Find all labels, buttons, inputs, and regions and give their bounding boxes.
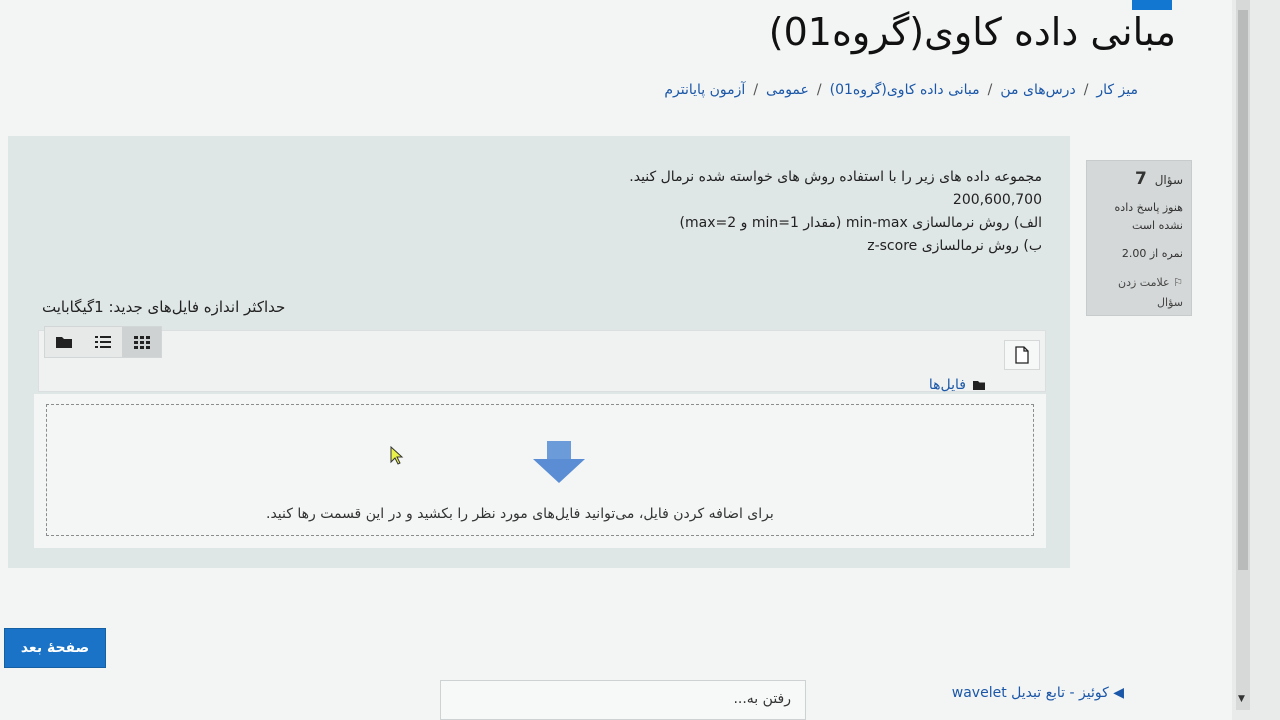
breadcrumb-item-general[interactable]: عمومی xyxy=(766,82,809,98)
breadcrumb-item-my-courses[interactable]: درس‌های من xyxy=(1000,82,1075,98)
breadcrumb-item-final-exam[interactable]: آزمون پایانترم xyxy=(664,82,745,98)
question-line: 200,600,700 xyxy=(952,192,1042,208)
question-label: سؤال xyxy=(1154,173,1183,187)
next-page-button[interactable]: صفحهٔ بعد xyxy=(4,628,106,668)
mouse-cursor-icon xyxy=(390,446,404,465)
folder-icon xyxy=(973,380,985,390)
scroll-down-icon[interactable]: ▼ xyxy=(1238,694,1245,704)
page-title: مبانی داده کاوی(گروه01) xyxy=(768,10,1176,54)
download-arrow-icon xyxy=(533,441,585,483)
question-line: الف) روش نرمالسازی min-max (مقدار min=1 … xyxy=(679,215,1042,231)
question-grade: نمره از 2.00 xyxy=(1121,247,1183,260)
question-line: ب) روش نرمالسازی z-score xyxy=(867,238,1042,254)
question-number-value: 7 xyxy=(1135,169,1147,189)
flag-question-link[interactable]: ⚐ علامت زدن سؤال xyxy=(1095,273,1183,313)
previous-activity-link[interactable]: ◀ کوئیز - تابع تبدیل wavelet xyxy=(952,685,1124,701)
scrollbar-thumb[interactable] xyxy=(1238,10,1248,570)
breadcrumb-separator: / xyxy=(753,82,759,98)
flag-icon: ⚐ xyxy=(1173,276,1183,289)
question-number: سؤال 7 xyxy=(1095,169,1183,189)
drop-hint-text: برای اضافه کردن فایل، می‌توانید فایل‌های… xyxy=(266,506,774,522)
file-drop-zone[interactable]: برای اضافه کردن فایل، می‌توانید فایل‌های… xyxy=(34,394,1046,548)
top-nav-bar xyxy=(1132,0,1172,10)
breadcrumb-separator: / xyxy=(816,82,822,98)
file-path-row: فایل‌ها xyxy=(929,377,986,393)
file-manager-panel xyxy=(38,330,1046,392)
grid-icon xyxy=(133,336,150,349)
list-view-button[interactable] xyxy=(84,327,123,357)
view-mode-toolbar xyxy=(44,326,162,358)
question-info-panel: سؤال 7 هنوز پاسخ داده نشده است نمره از 2… xyxy=(1086,160,1192,316)
question-line: مجموعه داده های زیر را با استفاده روش ها… xyxy=(629,169,1042,185)
document-icon xyxy=(1015,346,1029,364)
add-file-button[interactable] xyxy=(1004,340,1040,370)
folder-icon xyxy=(56,337,73,348)
list-icon xyxy=(95,336,111,348)
breadcrumb-item-dashboard[interactable]: میز کار xyxy=(1096,82,1138,98)
question-status: هنوز پاسخ داده نشده است xyxy=(1114,201,1183,232)
breadcrumb: میز کار / درس‌های من / مبانی داده کاوی(گروه0… xyxy=(664,82,1138,98)
max-file-size-label: حداکثر اندازه فایل‌های جدید: 1گیگابایت xyxy=(42,298,286,316)
page-scrollbar[interactable] xyxy=(1236,0,1250,710)
breadcrumb-item-course[interactable]: مبانی داده کاوی(گروه01) xyxy=(830,82,980,98)
grid-view-button[interactable] xyxy=(122,327,162,357)
jump-to-select[interactable]: رفتن به... xyxy=(440,680,806,720)
folder-view-button[interactable] xyxy=(45,327,84,357)
files-folder-link[interactable]: فایل‌ها xyxy=(929,377,966,393)
page: مبانی داده کاوی(گروه01) میز کار / درس‌های … xyxy=(0,0,1232,720)
question-text: مجموعه داده های زیر را با استفاده روش ها… xyxy=(342,166,1042,258)
breadcrumb-separator: / xyxy=(987,82,993,98)
breadcrumb-separator: / xyxy=(1083,82,1089,98)
